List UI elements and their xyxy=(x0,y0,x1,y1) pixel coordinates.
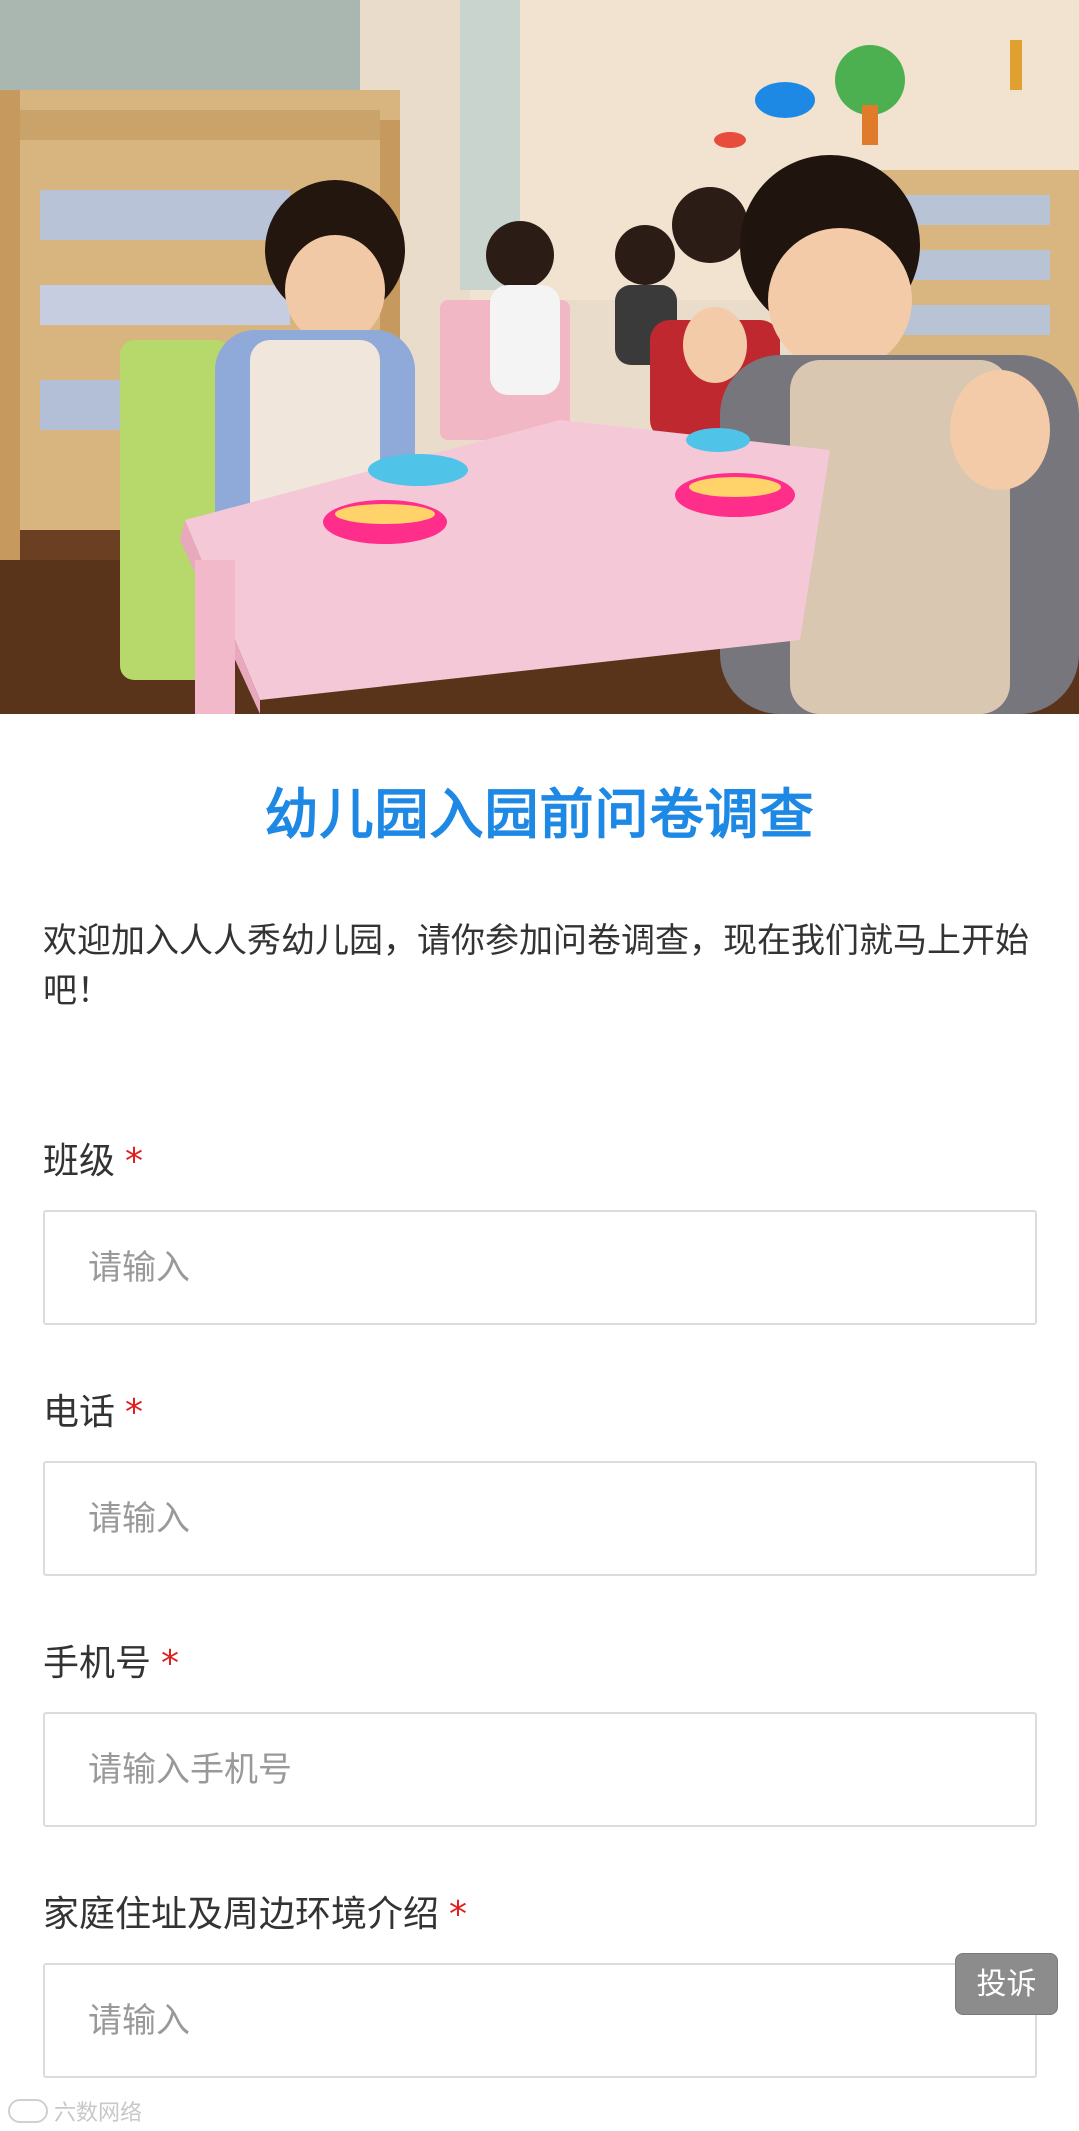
field-label-text: 班级 xyxy=(43,1141,116,1182)
phone-input[interactable] xyxy=(43,1461,1037,1576)
watermark-text: 六数网络 xyxy=(54,2101,143,2126)
field-label-mobile: 手机号 * xyxy=(43,1639,179,1689)
field-label-text: 电话 xyxy=(43,1392,116,1433)
field-label-address: 家庭住址及周边环境介绍 * xyxy=(43,1890,467,1940)
class-input[interactable] xyxy=(43,1210,1037,1325)
hero-image xyxy=(0,0,1079,714)
address-input[interactable] xyxy=(43,1963,1037,2078)
brand-logo-icon xyxy=(8,2099,48,2123)
field-label-phone: 电话 * xyxy=(43,1388,143,1438)
survey-intro: 欢迎加入人人秀幼儿园，请你参加问卷调查，现在我们就马上开始吧！ xyxy=(43,921,1029,1011)
required-asterisk: * xyxy=(161,1643,180,1684)
field-label-class: 班级 * xyxy=(43,1137,143,1187)
hero-photo-illustration xyxy=(0,0,1079,714)
field-label-text: 家庭住址及周边环境介绍 xyxy=(43,1894,440,1935)
complain-button[interactable]: 投诉 xyxy=(955,1953,1058,2015)
mobile-input[interactable] xyxy=(43,1712,1037,1827)
watermark: 六数网络 xyxy=(8,2094,142,2128)
field-label-text: 手机号 xyxy=(43,1643,152,1684)
survey-page: 幼儿园入园前问卷调查 欢迎加入人人秀幼儿园，请你参加问卷调查，现在我们就马上开始… xyxy=(0,0,1079,2131)
survey-title: 幼儿园入园前问卷调查 xyxy=(264,783,815,846)
required-asterisk: * xyxy=(125,1392,144,1433)
required-asterisk: * xyxy=(449,1894,468,1935)
required-asterisk: * xyxy=(125,1141,144,1182)
